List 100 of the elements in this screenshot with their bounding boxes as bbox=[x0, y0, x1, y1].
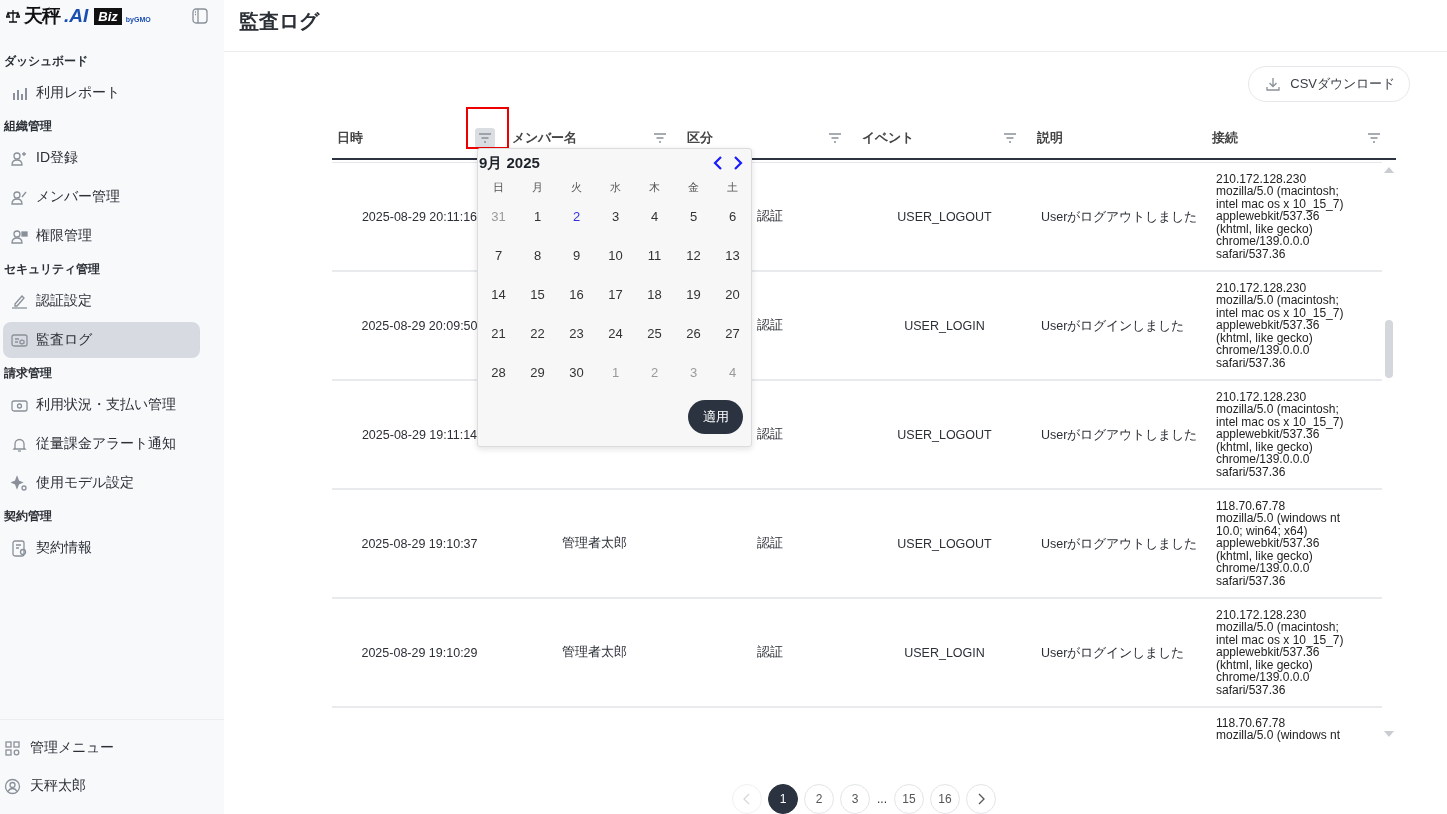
calendar-day[interactable]: 14 bbox=[479, 275, 518, 314]
page-button[interactable]: 16 bbox=[930, 784, 960, 814]
column-header: イベント bbox=[862, 129, 914, 147]
category-cell: 認証 bbox=[756, 209, 783, 223]
sidebar-item[interactable]: 管理メニュー bbox=[0, 730, 120, 766]
user-plus-icon bbox=[11, 149, 28, 167]
calendar-day[interactable]: 29 bbox=[518, 353, 557, 392]
description-cell-text: Userがログインしました bbox=[1040, 644, 1186, 662]
sidebar-item[interactable]: 天秤太郎 bbox=[0, 768, 92, 804]
category-cell: 認証 bbox=[756, 427, 783, 441]
calendar-day[interactable]: 17 bbox=[596, 275, 635, 314]
calendar-day[interactable]: 3 bbox=[596, 197, 635, 236]
description-cell-text: Userがログアウトしました bbox=[1040, 426, 1199, 444]
calendar-day[interactable]: 18 bbox=[635, 275, 674, 314]
connection-cell-text: 118.70.67.78 mozilla/5.0 (windows nt bbox=[1215, 715, 1342, 742]
calendar-day[interactable]: 16 bbox=[557, 275, 596, 314]
calendar-day[interactable]: 13 bbox=[713, 236, 752, 275]
connection-cell-text: 210.172.128.230 mozilla/5.0 (macintosh; intel mac os x 10_15_7) applewebkit/537.36 (khtml, like gecko) chrome/139.0.0.0 safari/537.36 bbox=[1215, 391, 1345, 478]
datetime-cell: 2025-08-29 20:09:50 bbox=[361, 318, 478, 333]
previous-month-button[interactable] bbox=[711, 155, 725, 171]
calendar-day[interactable]: 6 bbox=[713, 197, 752, 236]
calendar-day[interactable]: 10 bbox=[596, 236, 635, 275]
page-button[interactable]: 1 bbox=[768, 784, 798, 814]
filter-icon bbox=[653, 132, 667, 144]
calendar-day[interactable]: 19 bbox=[674, 275, 713, 314]
calendar-day[interactable]: 24 bbox=[596, 314, 635, 353]
datetime-cell: 2025-08-29 19:10:37 bbox=[361, 536, 478, 551]
calendar-day[interactable]: 28 bbox=[479, 353, 518, 392]
month-label: 9月 2025 bbox=[479, 153, 540, 173]
calendar-day[interactable]: 27 bbox=[713, 314, 752, 353]
calendar-day[interactable]: 30 bbox=[557, 353, 596, 392]
chevron-right-icon bbox=[976, 793, 986, 805]
section-heading: ダッシュボード bbox=[3, 52, 89, 70]
calendar-day[interactable]: 1 bbox=[518, 197, 557, 236]
apply-button[interactable]: 適用 bbox=[688, 400, 743, 434]
column-header: 接続 bbox=[1212, 129, 1238, 147]
user-circle-icon bbox=[4, 777, 21, 795]
sidebar-item[interactable]: ID登録 bbox=[3, 140, 200, 176]
scrollbar-thumb[interactable] bbox=[1385, 320, 1393, 378]
sidebar-item[interactable]: 契約情報 bbox=[3, 530, 200, 566]
calendar-day[interactable]: 11 bbox=[635, 236, 674, 275]
chevron-left-icon bbox=[742, 793, 752, 805]
event-cell: USER_LOGOUT bbox=[897, 536, 992, 551]
download-icon bbox=[1265, 76, 1282, 92]
sidebar-item[interactable]: 権限管理 bbox=[3, 218, 200, 254]
calendar-day[interactable]: 21 bbox=[479, 314, 518, 353]
column-header: 日時 bbox=[337, 129, 363, 147]
page-button[interactable]: 2 bbox=[804, 784, 834, 814]
filter-button[interactable] bbox=[475, 128, 495, 148]
section-heading: 組織管理 bbox=[3, 117, 53, 135]
filter-icon bbox=[1367, 132, 1381, 144]
filter-icon bbox=[828, 132, 842, 144]
logo-text: .AI bbox=[64, 5, 89, 27]
sidebar-item[interactable]: 従量課金アラート通知 bbox=[3, 426, 200, 462]
csv-download-button[interactable]: CSVダウンロード bbox=[1248, 66, 1410, 102]
category-cell: 認証 bbox=[756, 645, 783, 659]
calendar-day[interactable]: 5 bbox=[674, 197, 713, 236]
calendar-day[interactable]: 2 bbox=[557, 197, 596, 236]
calendar-day[interactable]: 26 bbox=[674, 314, 713, 353]
sidebar-item[interactable]: 使用モデル設定 bbox=[3, 465, 200, 501]
calendar-day[interactable]: 15 bbox=[518, 275, 557, 314]
filter-icon bbox=[478, 132, 492, 144]
next-page-button[interactable] bbox=[966, 784, 996, 814]
page-button[interactable]: 3 bbox=[840, 784, 870, 814]
calendar-day[interactable]: 22 bbox=[518, 314, 557, 353]
calendar-day[interactable]: 20 bbox=[713, 275, 752, 314]
calendar-day[interactable]: 7 bbox=[479, 236, 518, 275]
sidebar-item[interactable]: 利用レポート bbox=[3, 75, 200, 111]
sidebar-item[interactable]: メンバー管理 bbox=[3, 179, 200, 215]
member-cell: 管理者太郎 bbox=[562, 645, 627, 659]
scale-icon bbox=[6, 9, 20, 23]
weekday-label: 月 bbox=[531, 179, 544, 195]
pagination-ellipsis: ... bbox=[876, 792, 888, 806]
calendar-day[interactable]: 4 bbox=[635, 197, 674, 236]
sidebar-item[interactable]: 利用状況・支払い管理 bbox=[3, 387, 200, 423]
weekday-label: 土 bbox=[726, 179, 739, 195]
calendar-day[interactable]: 12 bbox=[674, 236, 713, 275]
description-cell-text: Userがログアウトしました bbox=[1040, 208, 1199, 226]
calendar-day[interactable]: 25 bbox=[635, 314, 674, 353]
sidebar-item[interactable]: 監査ログ bbox=[3, 322, 200, 358]
calendar-day[interactable]: 23 bbox=[557, 314, 596, 353]
chevron-left-icon bbox=[711, 155, 725, 171]
scroll-up-icon bbox=[1383, 166, 1395, 174]
sidebar-panel-icon bbox=[192, 8, 208, 24]
filter-icon bbox=[1003, 132, 1017, 144]
column-header: メンバー名 bbox=[512, 129, 577, 147]
page-button[interactable]: 15 bbox=[894, 784, 924, 814]
category-cell: 認証 bbox=[756, 536, 783, 550]
calendar-day[interactable]: 9 bbox=[557, 236, 596, 275]
user-edit-icon bbox=[11, 188, 28, 206]
connection-cell-text: 210.172.128.230 mozilla/5.0 (macintosh; intel mac os x 10_15_7) applewebkit/537.36 (khtml, like gecko) chrome/139.0.0.0 safari/537.36 bbox=[1215, 173, 1345, 260]
sidebar-toggle-button[interactable] bbox=[192, 8, 208, 24]
sidebar-item[interactable]: 認証設定 bbox=[3, 283, 200, 319]
calendar-day[interactable]: 8 bbox=[518, 236, 557, 275]
connection-cell-text: 210.172.128.230 mozilla/5.0 (macintosh; intel mac os x 10_15_7) applewebkit/537.36 (khtml, like gecko) chrome/139.0.0.0 safari/537.36 bbox=[1215, 282, 1345, 369]
event-cell: USER_LOGOUT bbox=[897, 209, 992, 224]
next-month-button[interactable] bbox=[731, 155, 745, 171]
weekday-label: 木 bbox=[648, 179, 661, 195]
logo-badge: Biz bbox=[94, 7, 122, 25]
description-cell-text: Userがログアウトしました bbox=[1040, 535, 1199, 553]
